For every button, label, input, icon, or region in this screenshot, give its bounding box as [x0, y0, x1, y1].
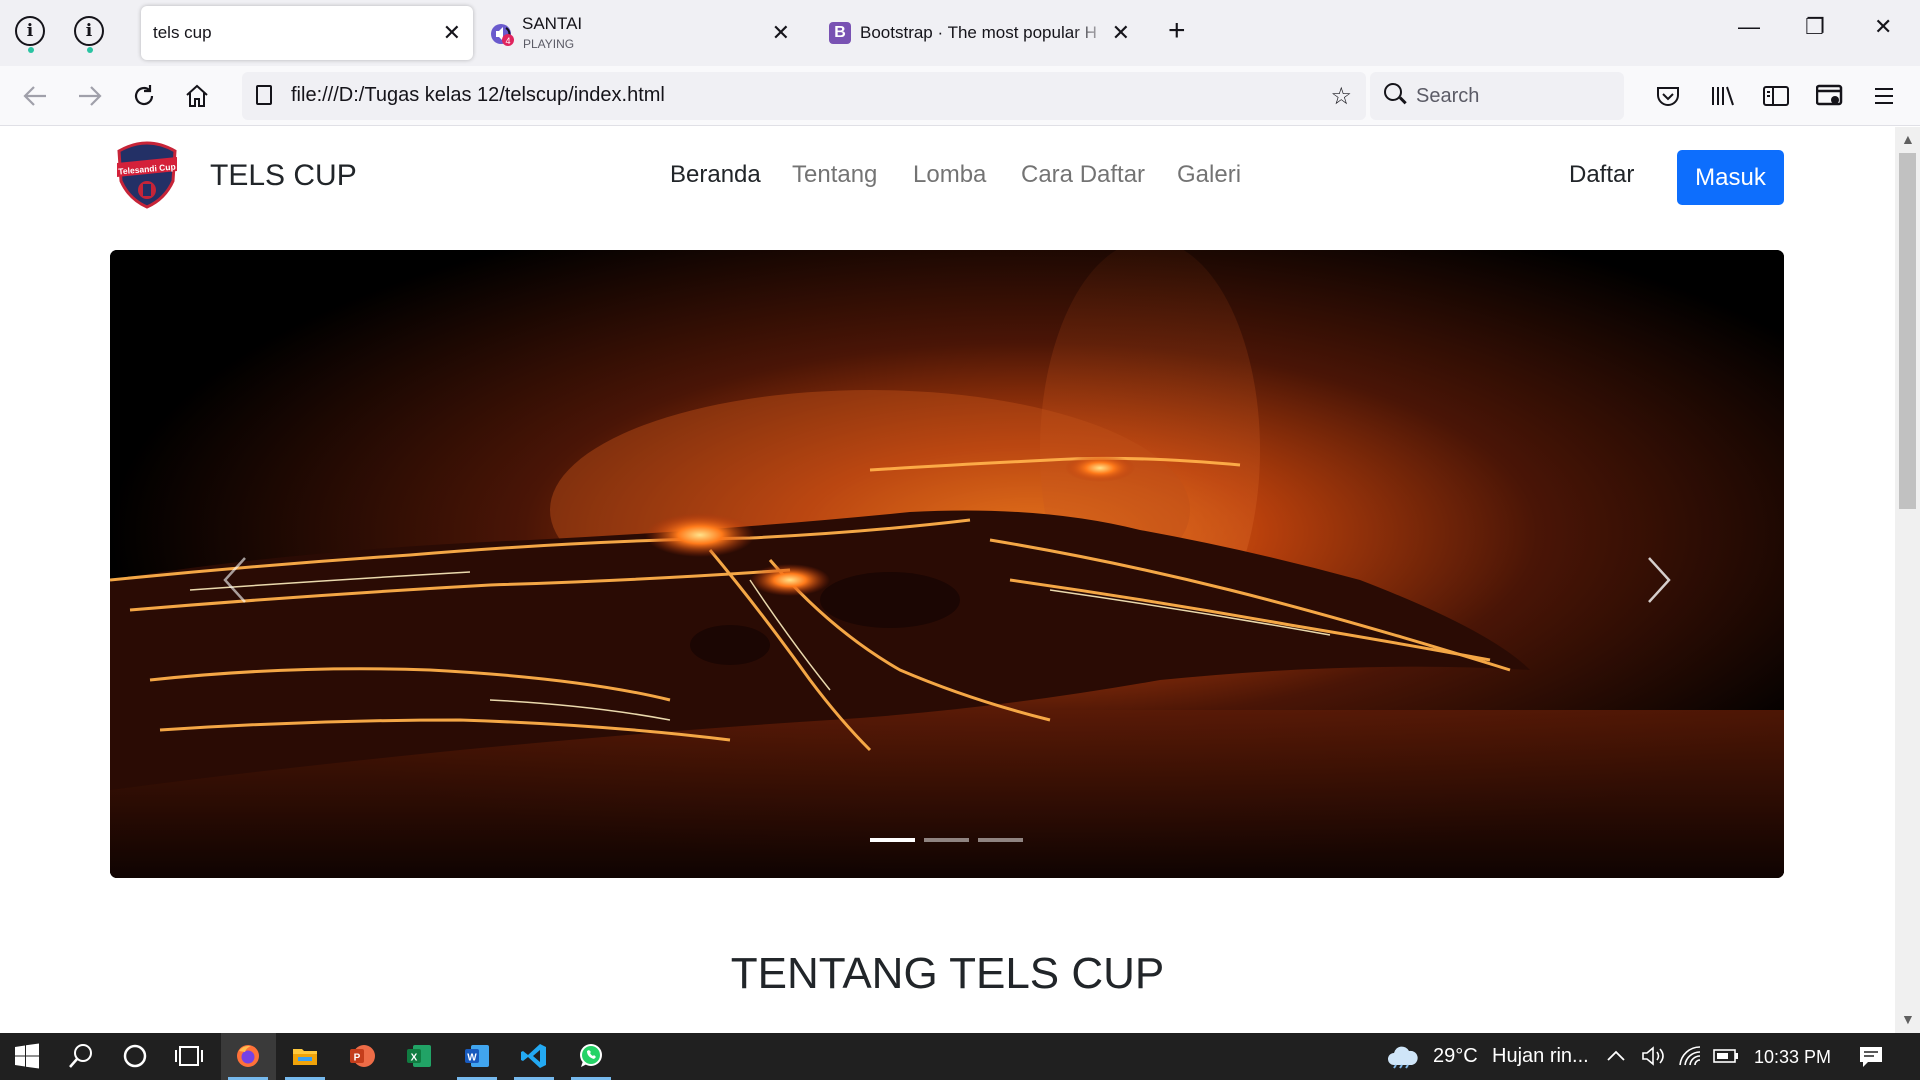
screen: i i tels cup ✕ ✕ 4 SANTAI PLAYING Bootst… [0, 0, 1920, 1080]
file-explorer-icon[interactable] [290, 1041, 320, 1071]
bootstrap-favicon-icon: B [829, 22, 851, 44]
info-icon[interactable]: i [15, 16, 45, 53]
weather-cloud-icon[interactable] [1386, 1043, 1420, 1069]
search-icon[interactable] [66, 1041, 96, 1071]
svg-text:P: P [354, 1053, 361, 1064]
masuk-button[interactable]: Masuk [1677, 150, 1784, 205]
back-icon[interactable] [22, 84, 48, 108]
battery-icon[interactable] [1713, 1048, 1739, 1064]
new-tab-button[interactable]: + [1168, 14, 1186, 48]
page-viewport: Telesandi Cup TELS CUP Beranda Tentang L… [0, 127, 1895, 1033]
svg-text:W: W [467, 1053, 477, 1064]
search-icon [1384, 83, 1402, 101]
nav-link-galeri[interactable]: Galeri [1177, 161, 1241, 189]
screenshot-icon[interactable] [1816, 84, 1844, 108]
info-icon[interactable]: i [74, 16, 104, 53]
vscode-icon[interactable] [519, 1041, 549, 1071]
audio-badge: 4 [505, 36, 510, 46]
tab-title: Bootstrap · The most popular H [860, 23, 1097, 42]
chevron-up-icon[interactable] [1606, 1050, 1626, 1062]
scroll-down-icon[interactable]: ▼ [1901, 1011, 1915, 1027]
whatsapp-icon[interactable] [576, 1041, 606, 1071]
volcano-lava-image [110, 250, 1784, 878]
close-tab-icon[interactable]: ✕ [772, 20, 790, 46]
windows-taskbar: P X W 29°C Hujan rin... 10:33 PM [0, 1033, 1920, 1080]
forward-icon[interactable] [77, 84, 103, 108]
search-input[interactable]: Search [1370, 72, 1624, 120]
tab-title: SANTAI [522, 14, 583, 33]
notification-icon[interactable] [1858, 1045, 1884, 1069]
close-tab-icon[interactable]: ✕ [443, 20, 461, 46]
volume-icon[interactable] [1640, 1045, 1666, 1067]
cortana-icon[interactable] [120, 1041, 150, 1071]
tab-bootstrap[interactable]: Bootstrap · The most popular H ✕ [820, 6, 1142, 60]
nav-link-lomba[interactable]: Lomba [913, 161, 986, 189]
nav-link-beranda[interactable]: Beranda [670, 161, 761, 189]
close-window-button[interactable]: ✕ [1874, 14, 1892, 40]
carousel-indicator[interactable] [978, 838, 1023, 842]
page-icon [256, 85, 272, 105]
start-icon[interactable] [12, 1041, 42, 1071]
tab-title: tels cup [153, 23, 212, 42]
excel-icon[interactable]: X [404, 1041, 434, 1071]
browser-navigation-bar: file:///D:/Tugas kelas 12/telscup/index.… [0, 66, 1920, 126]
clock-time[interactable]: 10:33 PM [1754, 1047, 1831, 1068]
library-icon[interactable] [1710, 84, 1736, 108]
nav-link-tentang[interactable]: Tentang [792, 161, 877, 189]
telesandi-cup-logo[interactable]: Telesandi Cup [115, 141, 179, 209]
page-scrollbar[interactable]: ▲ ▼ [1895, 127, 1920, 1033]
firefox-icon[interactable] [233, 1041, 263, 1071]
reload-icon[interactable] [131, 83, 157, 109]
weather-description[interactable]: Hujan rin... [1492, 1045, 1589, 1068]
svg-text:X: X [411, 1053, 418, 1064]
pocket-icon[interactable] [1656, 85, 1680, 107]
menu-icon[interactable] [1873, 86, 1895, 106]
powerpoint-icon[interactable]: P [347, 1041, 377, 1071]
brand-name[interactable]: TELS CUP [210, 159, 357, 193]
section-title: TENTANG TELS CUP [730, 949, 1165, 998]
home-icon[interactable] [184, 83, 210, 109]
browser-tab-strip: i i tels cup ✕ ✕ 4 SANTAI PLAYING Bootst… [0, 0, 1920, 66]
nav-link-cara-daftar[interactable]: Cara Daftar [1021, 161, 1145, 189]
carousel-indicator[interactable] [924, 838, 969, 842]
word-icon[interactable]: W [462, 1041, 492, 1071]
daftar-button[interactable]: Daftar [1569, 161, 1634, 189]
task-view-icon[interactable] [174, 1041, 204, 1071]
tab-subtitle: PLAYING [523, 37, 575, 51]
carousel-indicator[interactable] [870, 838, 915, 842]
close-tab-icon[interactable]: ✕ [1112, 20, 1130, 46]
carousel-prev-icon[interactable] [215, 550, 255, 610]
audio-playing-icon[interactable]: 4 [490, 20, 516, 46]
scroll-up-icon[interactable]: ▲ [1901, 131, 1915, 147]
hero-carousel[interactable] [110, 250, 1784, 878]
carousel-indicators [870, 838, 1023, 842]
minimize-button[interactable]: — [1738, 14, 1760, 40]
restore-button[interactable]: ❐ [1805, 14, 1825, 40]
sidebar-icon[interactable] [1763, 85, 1789, 107]
wifi-icon[interactable] [1678, 1045, 1702, 1067]
tab-tels-cup[interactable]: tels cup ✕ [141, 6, 473, 60]
carousel-next-icon[interactable] [1639, 550, 1679, 610]
weather-temperature[interactable]: 29°C [1433, 1045, 1478, 1068]
address-bar[interactable]: file:///D:/Tugas kelas 12/telscup/index.… [242, 72, 1366, 120]
url-text[interactable]: file:///D:/Tugas kelas 12/telscup/index.… [291, 84, 665, 107]
scroll-thumb[interactable] [1899, 153, 1916, 509]
bookmark-star-icon[interactable]: ☆ [1330, 82, 1352, 111]
search-placeholder: Search [1416, 85, 1480, 107]
